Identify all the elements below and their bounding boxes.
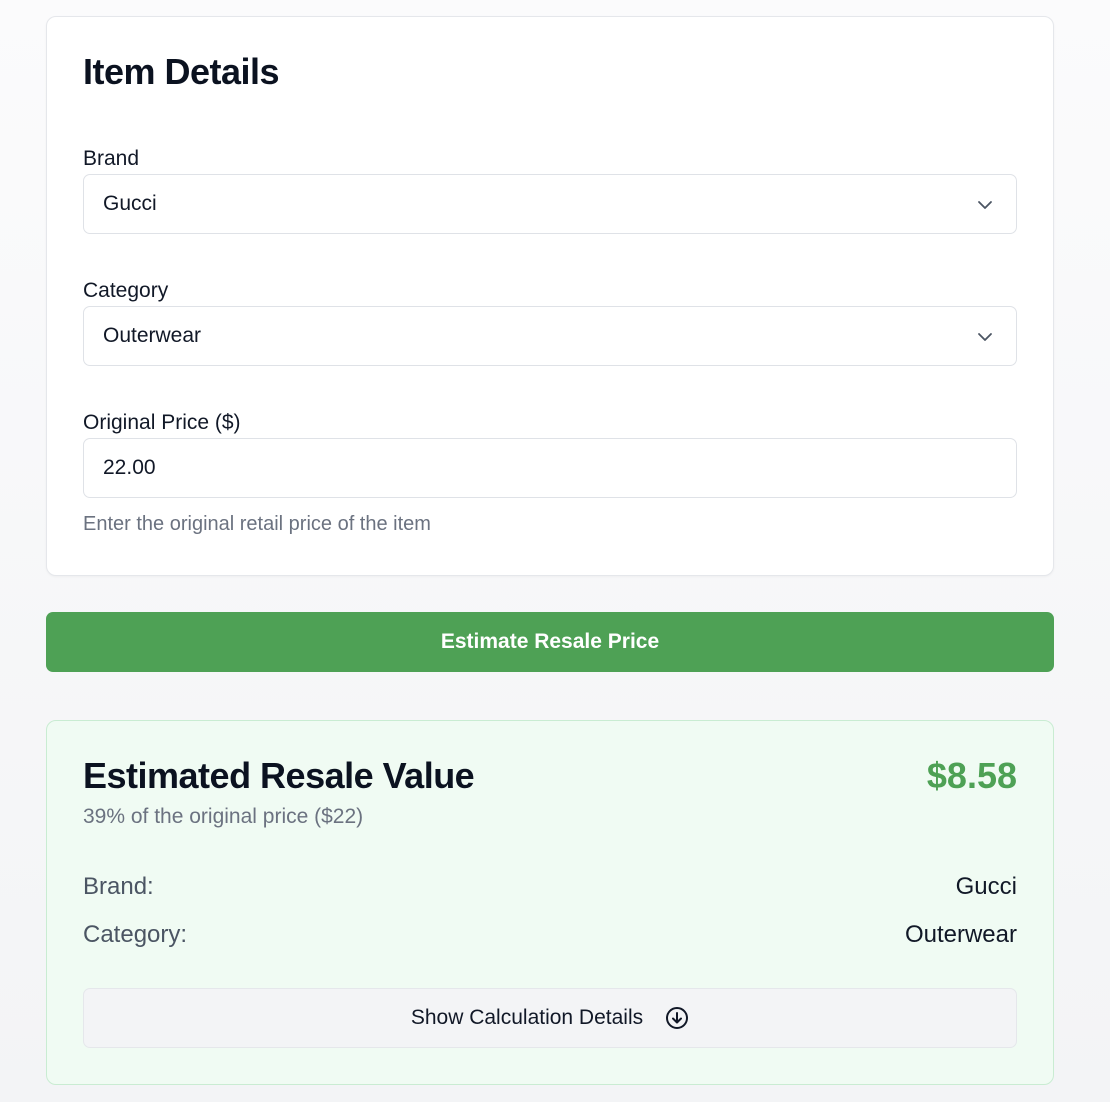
category-select[interactable]: Outerwear: [83, 306, 1017, 366]
category-label: Category: [83, 279, 169, 302]
original-price-hint: Enter the original retail price of the i…: [83, 513, 431, 535]
brand-select-value: Gucci: [103, 192, 157, 215]
result-category-value: Outerwear: [904, 921, 1017, 948]
result-title: Estimated Resale Value: [83, 755, 475, 796]
item-details-title: Item Details: [83, 51, 280, 92]
chevron-down-icon: [978, 201, 992, 209]
item-details-card: Item Details Brand Gucci Category Outerw…: [46, 16, 1054, 576]
show-calculation-details-button[interactable]: Show Calculation Details: [83, 988, 1017, 1048]
original-price-input[interactable]: 22.00: [83, 438, 1017, 498]
original-price-value: 22.00: [103, 456, 156, 479]
result-price: $8.58: [926, 755, 1017, 796]
arrow-down-circle-icon: [666, 1007, 689, 1029]
brand-label: Brand: [83, 147, 140, 170]
original-price-label: Original Price ($): [83, 411, 241, 434]
resale-result-card: Estimated Resale Value $8.58 39% of the …: [46, 720, 1054, 1085]
category-select-value: Outerwear: [103, 324, 202, 347]
estimate-resale-price-button[interactable]: Estimate Resale Price: [46, 612, 1054, 672]
brand-select[interactable]: Gucci: [83, 174, 1017, 234]
show-calculation-details-label: Show Calculation Details: [410, 1006, 644, 1029]
chevron-down-icon: [978, 333, 992, 341]
result-subtitle: 39% of the original price ($22): [83, 805, 364, 828]
result-brand-value: Gucci: [955, 873, 1017, 900]
result-brand-label: Brand:: [83, 873, 154, 900]
result-category-label: Category:: [83, 921, 188, 948]
